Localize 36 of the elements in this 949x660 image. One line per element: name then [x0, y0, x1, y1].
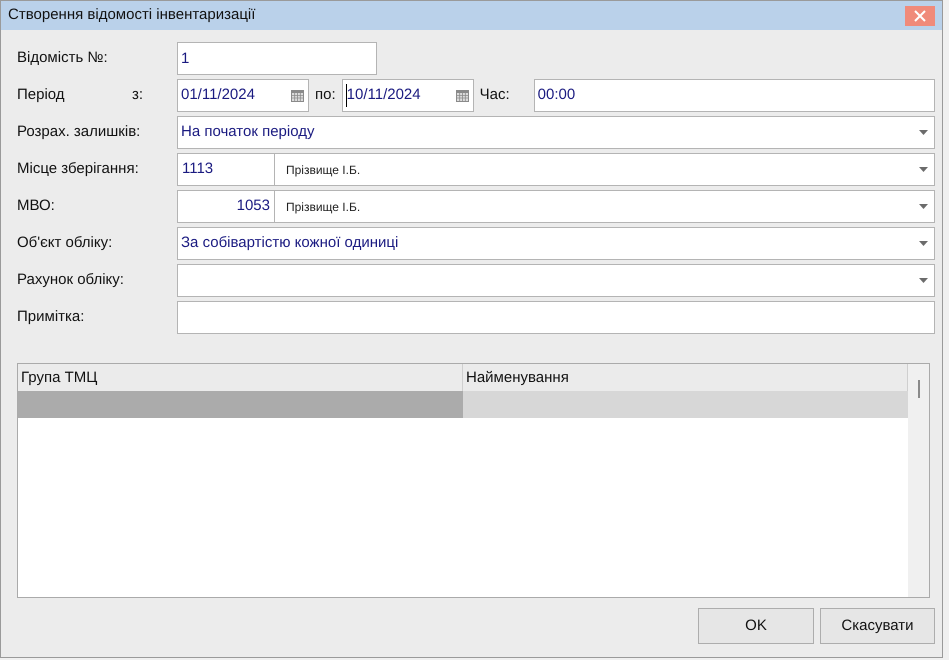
from-label: з:: [132, 85, 144, 106]
from-date-field[interactable]: 01/11/2024: [177, 79, 309, 112]
close-icon[interactable]: [914, 10, 926, 22]
code-field[interactable]: 1113: [177, 153, 275, 186]
time-field[interactable]: 00:00: [534, 79, 935, 112]
field-label: МВО:: [17, 196, 56, 216]
calendar-icon[interactable]: [456, 90, 469, 102]
name-dropdown-field[interactable]: Прізвище І.Б.: [275, 153, 935, 186]
name-dropdown-field[interactable]: Прізвище І.Б.: [275, 190, 935, 223]
dropdown-caret-icon[interactable]: [919, 278, 928, 283]
dropdown-caret-icon[interactable]: [919, 130, 928, 135]
close-button[interactable]: [905, 6, 935, 26]
note-field[interactable]: [177, 301, 935, 334]
field-label: Період: [17, 85, 66, 106]
dropdown-caret-icon[interactable]: [919, 204, 928, 209]
dropdown-field[interactable]: На початок періоду: [177, 116, 935, 149]
dialog-button[interactable]: OK: [698, 608, 814, 644]
to-label: по:: [315, 85, 336, 106]
field-label: Розрах. залишків:: [17, 122, 142, 142]
dropdown-caret-icon[interactable]: [919, 167, 928, 172]
to-date-field[interactable]: 10/11/2024: [342, 79, 474, 112]
field-label: Відомість №:: [17, 48, 109, 68]
dropdown-caret-icon[interactable]: [919, 241, 928, 246]
number-field[interactable]: 1: [177, 42, 377, 75]
field-label: Рахунок обліку:: [17, 270, 125, 290]
dropdown-field[interactable]: [177, 264, 935, 297]
window-title: Створення відомості інвентаризації: [8, 5, 256, 26]
scrollbar[interactable]: [908, 364, 929, 597]
code-field[interactable]: 1053: [177, 190, 275, 223]
field-label: Місце зберігання:: [17, 159, 140, 180]
dropdown-field[interactable]: За собівартістю кожної одиниці: [177, 227, 935, 260]
field-label: Примітка:: [17, 307, 86, 328]
calendar-icon[interactable]: [291, 90, 304, 102]
field-label: Об'єкт обліку:: [17, 233, 114, 254]
time-label: Час:: [478, 85, 511, 106]
dialog-button[interactable]: Скасувати: [820, 608, 935, 644]
